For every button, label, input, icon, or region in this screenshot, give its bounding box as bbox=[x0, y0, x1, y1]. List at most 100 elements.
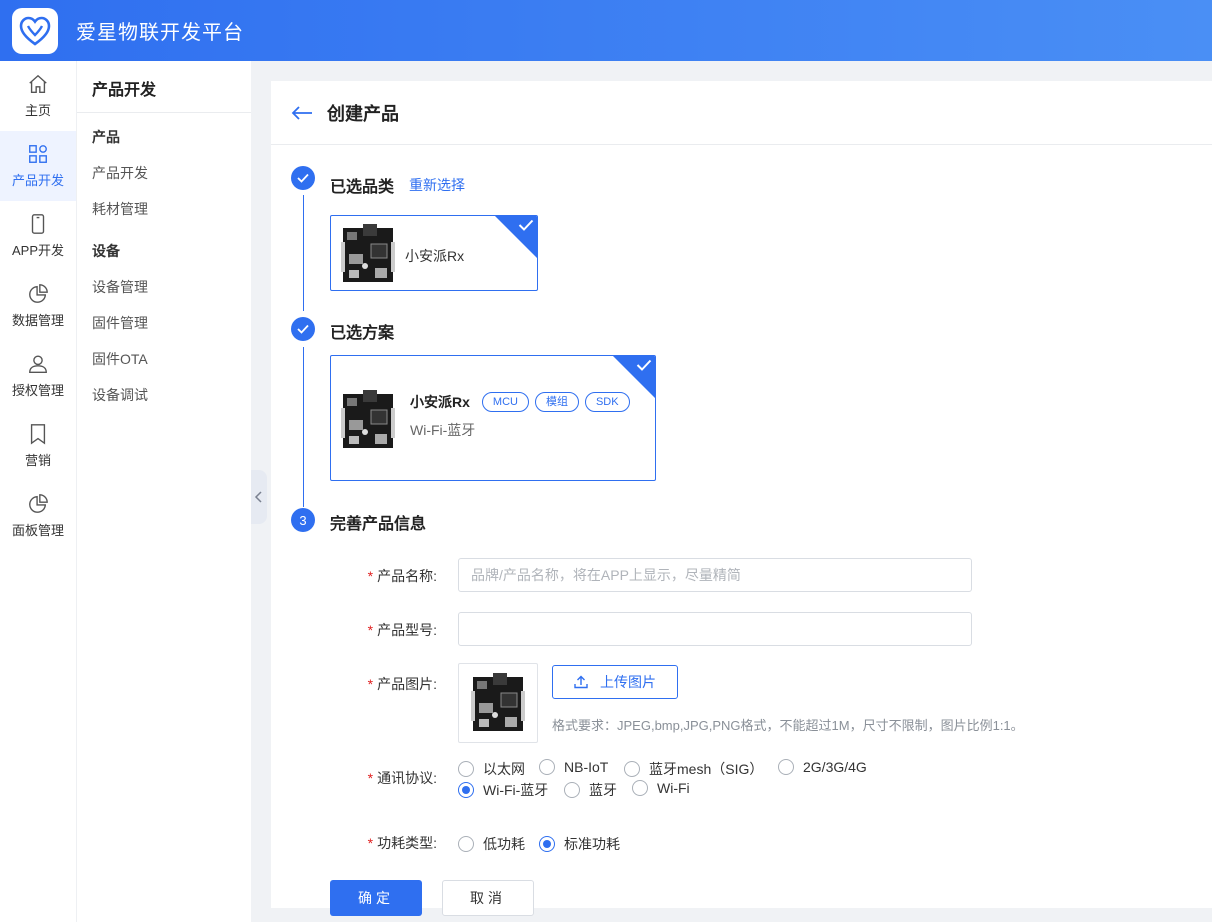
protocol-radio-cellular[interactable]: 2G/3G/4G bbox=[778, 759, 867, 775]
step-3-number: 3 bbox=[291, 508, 315, 532]
radio-circle bbox=[458, 761, 474, 777]
main-nav-rail: 主页 产品开发 APP开发 数据管理 授权管理 营销 面板管理 bbox=[0, 61, 76, 922]
protocol-label: * 通讯协议: bbox=[347, 768, 437, 788]
nav-item-auth-mgmt[interactable]: 授权管理 bbox=[0, 341, 76, 411]
radio-label: 低功耗 bbox=[483, 836, 525, 852]
nav-item-label: 产品开发 bbox=[11, 173, 64, 188]
radio-label: 标准功耗 bbox=[564, 836, 620, 852]
nav-item-label: 数据管理 bbox=[11, 313, 64, 328]
selected-scheme-card[interactable]: 小安派Rx MCU 模组 SDK Wi-Fi-蓝牙 bbox=[330, 355, 656, 481]
product-thumbnail bbox=[341, 224, 395, 284]
nav-item-label: APP开发 bbox=[11, 243, 64, 258]
radio-circle bbox=[539, 759, 555, 775]
user-icon bbox=[29, 355, 47, 373]
protocol-radio-nbiot[interactable]: NB-IoT bbox=[539, 759, 608, 775]
back-button[interactable] bbox=[291, 101, 315, 125]
reselect-link[interactable]: 重新选择 bbox=[409, 175, 465, 195]
arrow-left-icon bbox=[291, 105, 312, 120]
check-icon bbox=[636, 359, 652, 371]
pie-chart-icon bbox=[29, 284, 48, 303]
product-image-label: * 产品图片: bbox=[347, 674, 437, 694]
label-text: 产品图片: bbox=[377, 676, 437, 692]
tag-module: 模组 bbox=[534, 392, 579, 412]
top-header: 爱星物联开发平台 bbox=[0, 0, 1212, 61]
scheme-thumbnail bbox=[341, 390, 395, 450]
product-model-label: * 产品型号: bbox=[347, 620, 437, 640]
radio-label: 蓝牙mesh（SIG） bbox=[649, 761, 764, 777]
card-header: 创建产品 bbox=[271, 81, 1212, 145]
bookmark-icon bbox=[30, 424, 46, 445]
phone-icon bbox=[31, 214, 45, 234]
secondary-nav: 产品开发 产品 产品开发 耗材管理 设备 设备管理 固件管理 固件OTA 设备调… bbox=[76, 61, 251, 922]
step-1-done-icon bbox=[291, 166, 315, 190]
category-name: 小安派Rx bbox=[405, 248, 465, 264]
radio-circle bbox=[458, 836, 474, 852]
upload-hint: 格式要求：JPEG,bmp,JPG,PNG格式，不能超过1M，尺寸不限制，图片比… bbox=[552, 718, 1024, 733]
step-connector bbox=[303, 195, 304, 311]
upload-label: 上传图片 bbox=[600, 674, 656, 690]
radio-circle bbox=[564, 782, 580, 798]
subnav-item-device-debug[interactable]: 设备调试 bbox=[77, 377, 251, 413]
radio-label: 以太网 bbox=[483, 761, 525, 777]
sidebar-collapse-button[interactable] bbox=[251, 470, 267, 524]
nav-item-product-dev[interactable]: 产品开发 bbox=[0, 131, 76, 201]
label-text: 产品名称: bbox=[377, 568, 437, 584]
nav-item-label: 面板管理 bbox=[11, 523, 64, 538]
upload-icon bbox=[574, 675, 588, 689]
step-connector bbox=[303, 347, 304, 507]
nav-item-data-mgmt[interactable]: 数据管理 bbox=[0, 271, 76, 341]
board-image-icon bbox=[341, 224, 395, 282]
product-image-preview[interactable] bbox=[458, 663, 538, 743]
subnav-item-firmware-mgmt[interactable]: 固件管理 bbox=[77, 305, 251, 341]
subnav-group-device: 设备 bbox=[92, 243, 120, 259]
protocol-radio-ethernet[interactable]: 以太网 bbox=[458, 759, 525, 779]
protocol-radio-ble[interactable]: 蓝牙 bbox=[564, 780, 617, 800]
protocol-radio-wifi-ble[interactable]: Wi-Fi-蓝牙 bbox=[458, 780, 548, 800]
scheme-name: 小安派Rx bbox=[410, 394, 470, 410]
radio-label: Wi-Fi bbox=[657, 780, 690, 796]
page-title: 创建产品 bbox=[327, 103, 399, 124]
nav-item-home[interactable]: 主页 bbox=[0, 61, 76, 131]
subnav-item-consumables[interactable]: 耗材管理 bbox=[77, 191, 251, 227]
product-name-input[interactable] bbox=[458, 558, 972, 592]
subnav-title: 产品开发 bbox=[77, 61, 251, 113]
confirm-button[interactable]: 确定 bbox=[330, 880, 422, 916]
radio-label: 2G/3G/4G bbox=[803, 759, 867, 775]
subnav-item-device-mgmt[interactable]: 设备管理 bbox=[77, 269, 251, 305]
label-text: 产品型号: bbox=[377, 622, 437, 638]
chevron-left-icon bbox=[254, 491, 262, 503]
selected-category-card[interactable]: 小安派Rx bbox=[330, 215, 538, 291]
app-logo[interactable] bbox=[12, 7, 58, 54]
create-product-card: 创建产品 已选品类 重新选择 小安派Rx 已选方案 小安派Rx MCU 模组 S… bbox=[271, 81, 1212, 916]
subnav-group-product: 产品 bbox=[92, 129, 120, 145]
required-mark: * bbox=[367, 622, 374, 638]
radio-label: NB-IoT bbox=[564, 759, 609, 775]
radio-label: 蓝牙 bbox=[589, 782, 617, 798]
nav-item-app-dev[interactable]: APP开发 bbox=[0, 201, 76, 271]
power-radio-standard[interactable]: 标准功耗 bbox=[539, 834, 620, 854]
product-model-input[interactable] bbox=[458, 612, 972, 646]
nav-item-label: 授权管理 bbox=[11, 383, 64, 398]
required-mark: * bbox=[367, 568, 374, 584]
check-icon bbox=[518, 219, 534, 231]
upload-image-button[interactable]: 上传图片 bbox=[552, 665, 678, 699]
protocol-radio-wifi[interactable]: Wi-Fi bbox=[632, 780, 690, 796]
check-icon bbox=[297, 173, 309, 183]
cancel-button[interactable]: 取消 bbox=[442, 880, 534, 916]
step-2-title: 已选方案 bbox=[330, 325, 395, 342]
subnav-item-firmware-ota[interactable]: 固件OTA bbox=[77, 341, 251, 377]
required-mark: * bbox=[367, 770, 374, 786]
nav-item-panel-mgmt[interactable]: 面板管理 bbox=[0, 481, 76, 551]
nav-item-marketing[interactable]: 营销 bbox=[0, 411, 76, 481]
home-icon bbox=[29, 74, 47, 93]
radio-circle bbox=[778, 759, 794, 775]
power-radio-low[interactable]: 低功耗 bbox=[458, 834, 525, 854]
protocol-radio-ble-mesh[interactable]: 蓝牙mesh（SIG） bbox=[624, 759, 763, 779]
check-icon bbox=[297, 324, 309, 334]
step-3-title: 完善产品信息 bbox=[330, 516, 427, 533]
step-1-title: 已选品类 bbox=[330, 179, 395, 196]
required-mark: * bbox=[367, 676, 374, 692]
nav-item-label: 主页 bbox=[24, 103, 51, 118]
radio-circle bbox=[624, 761, 640, 777]
subnav-item-product-dev[interactable]: 产品开发 bbox=[77, 155, 251, 191]
